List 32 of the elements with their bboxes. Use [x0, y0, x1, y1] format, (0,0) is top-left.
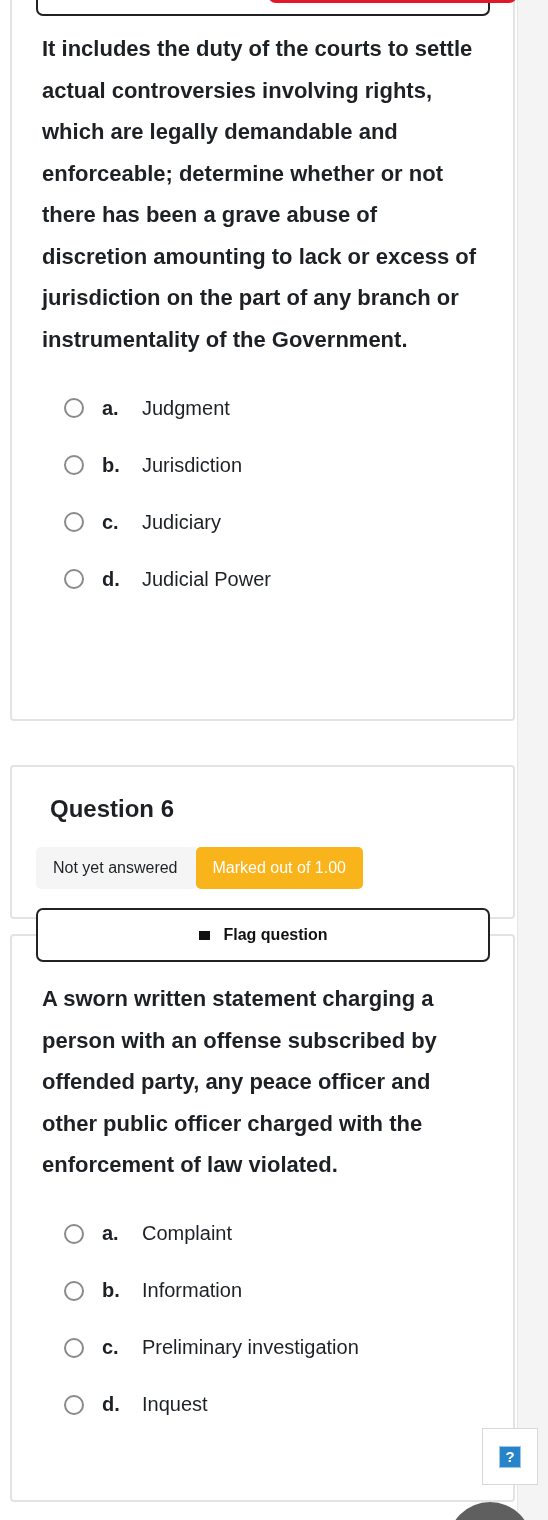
- option-letter: a.: [102, 1222, 120, 1245]
- option-text: Preliminary investigation: [142, 1336, 359, 1359]
- option-letter: b.: [102, 1279, 121, 1302]
- option-text: Judiciary: [142, 510, 221, 534]
- question-title: Question 6: [49, 794, 176, 823]
- radio-button[interactable]: [64, 398, 84, 418]
- option-letter: c.: [102, 510, 120, 534]
- option-text: Judicial Power: [142, 567, 271, 591]
- option-text: Complaint: [142, 1222, 233, 1245]
- radio-button[interactable]: [64, 1394, 84, 1415]
- radio-button[interactable]: [64, 512, 84, 532]
- radio-button[interactable]: [64, 455, 84, 475]
- flag-icon: [198, 930, 210, 940]
- option-letter: d.: [102, 567, 121, 591]
- radio-button[interactable]: [64, 1280, 84, 1301]
- option-letter: d.: [102, 1393, 121, 1416]
- question-text: A sworn written statement charging a person with an offense subscribed by offended party, any peace officer and other public officer charged with the enforcement of law violated.: [41, 985, 438, 1179]
- marks-badge: Marked out of 1.00: [195, 847, 363, 889]
- option-text: Jurisdiction: [142, 453, 243, 477]
- option-letter: c.: [102, 1336, 120, 1359]
- question-text: It includes the duty of the courts to settle actual controversies involving rights, which are legally demandable and enforceable; determine whether or not there has been a grave abuse of discretion amounting to lack or excess of jurisdiction on the part of any branch or instrumentality of the Government.: [40, 35, 477, 354]
- option-letter: b.: [102, 453, 121, 477]
- radio-button[interactable]: [64, 569, 84, 589]
- help-button[interactable]: ?: [499, 1445, 521, 1468]
- option-text: Information: [142, 1279, 243, 1302]
- status-label: Not yet answered: [36, 847, 196, 889]
- option-text: Judgment: [142, 396, 230, 420]
- option-text: Inquest: [142, 1393, 208, 1416]
- option-letter: a.: [102, 396, 120, 420]
- radio-button[interactable]: [64, 1223, 84, 1244]
- flag-button[interactable]: Flag question: [36, 908, 490, 962]
- radio-button[interactable]: [64, 1337, 84, 1358]
